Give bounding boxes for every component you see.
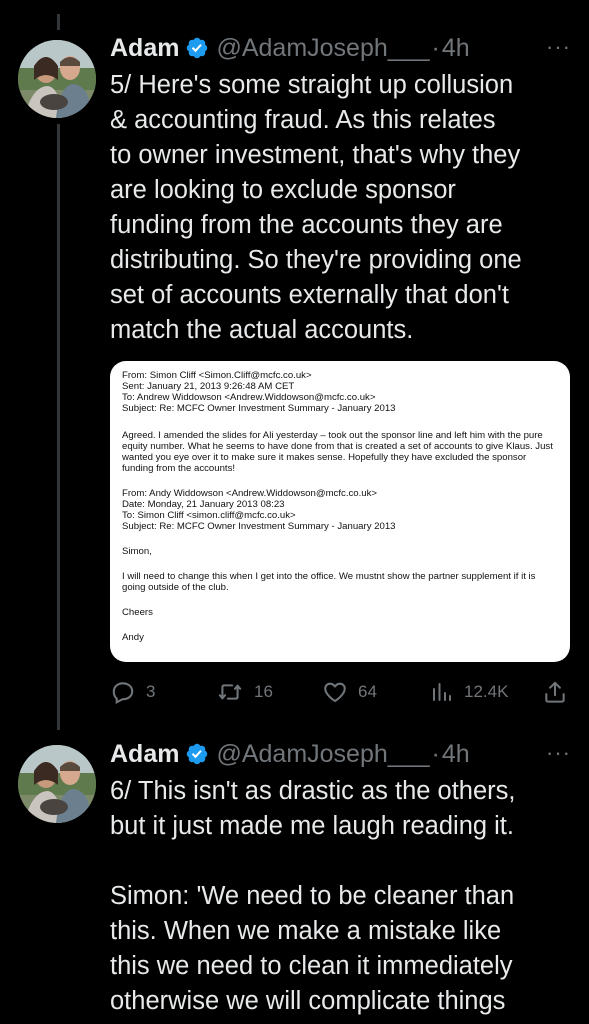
tweet-header: Adam @AdamJoseph___ · 4h: [110, 739, 470, 769]
email-body-line: wanted you eye over it to make sure it m…: [122, 452, 527, 463]
text-line: funding from the accounts they are: [110, 211, 503, 239]
email-date: Date: Monday, 21 January 2013 08:23: [122, 499, 285, 510]
share-icon: [545, 681, 565, 703]
thread-line-top: [57, 14, 60, 30]
views-button[interactable]: 12.4K: [430, 678, 508, 706]
more-options-icon[interactable]: ···: [546, 740, 571, 766]
verified-badge-icon: [187, 743, 208, 765]
share-button[interactable]: [542, 678, 568, 706]
text-line: 6/ This isn't as drastic as the others,: [110, 777, 516, 805]
email-signoff: Cheers: [122, 607, 153, 618]
email-body-line: Agreed. I amended the slides for Ali yes…: [122, 430, 543, 441]
text-line-blank: [110, 844, 580, 879]
email-body-line: equity number. What he seems to have don…: [122, 441, 553, 452]
separator-dot: ·: [431, 33, 440, 62]
text-line: but it just made me laugh reading it.: [110, 812, 514, 840]
author-handle[interactable]: @AdamJoseph___: [216, 740, 429, 769]
attached-image-email[interactable]: From: Simon Cliff <Simon.Cliff@mcfc.co.u…: [110, 361, 570, 662]
separator-dot: ·: [431, 739, 440, 768]
email-sent: Sent: January 21, 2013 9:26:48 AM CET: [122, 381, 295, 392]
like-count: 64: [358, 682, 377, 701]
retweet-button[interactable]: 16: [216, 678, 273, 706]
reply-count: 3: [146, 682, 156, 701]
text-line: set of accounts externally that don't: [110, 281, 509, 309]
reply-button[interactable]: 3: [110, 678, 155, 706]
thread-line-connector: [57, 124, 60, 730]
text-line: Simon: 'We need to be cleaner than: [110, 882, 515, 910]
text-line: to owner investment, that's why they: [110, 141, 521, 169]
email-body-line: funding from the accounts!: [122, 463, 236, 474]
reply-icon: [112, 682, 134, 704]
author-handle[interactable]: @AdamJoseph___: [216, 34, 429, 63]
tweet-actions: 3 16 64 12.4K: [110, 678, 580, 706]
email-from: From: Simon Cliff <Simon.Cliff@mcfc.co.u…: [122, 370, 312, 381]
text-line: this we need to clean it immediately: [110, 952, 513, 980]
timestamp[interactable]: 4h: [442, 34, 470, 63]
verified-badge-icon: [187, 37, 208, 59]
retweet-icon: [218, 684, 242, 700]
email-body-line: going outside of the club.: [122, 582, 229, 593]
email-subject: Subject: Re: MCFC Owner Investment Summa…: [122, 403, 396, 414]
text-line: are looking to exclude sponsor: [110, 176, 456, 204]
avatar[interactable]: [18, 40, 96, 118]
like-button[interactable]: 64: [322, 678, 377, 706]
analytics-icon: [433, 683, 451, 701]
views-count: 12.4K: [464, 682, 509, 701]
text-line: 5/ Here's some straight up collusion: [110, 71, 514, 99]
tweet-text: 5/ Here's some straight up collusion & a…: [110, 68, 580, 348]
timestamp[interactable]: 4h: [442, 740, 470, 769]
text-line: & accounting fraud. As this relates: [110, 106, 496, 134]
text-line: otherwise we will complicate things: [110, 987, 506, 1015]
tweet-text: 6/ This isn't as drastic as the others, …: [110, 774, 580, 1019]
email-subject: Subject: Re: MCFC Owner Investment Summa…: [122, 521, 396, 532]
text-line: distributing. So they're providing one: [110, 246, 522, 274]
tweet-header: Adam @AdamJoseph___ · 4h: [110, 33, 470, 63]
email-to: To: Andrew Widdowson <Andrew.Widdowson@m…: [122, 392, 376, 403]
avatar[interactable]: [18, 745, 96, 823]
email-greeting: Simon,: [122, 546, 152, 557]
retweet-count: 16: [254, 682, 273, 701]
more-options-icon[interactable]: ···: [546, 34, 571, 60]
text-line: match the actual accounts.: [110, 316, 414, 344]
email-signature: Andy: [122, 632, 144, 643]
heart-icon: [324, 682, 346, 703]
email-to: To: Simon Cliff <simon.cliff@mcfc.co.uk>: [122, 510, 296, 521]
author-name[interactable]: Adam: [110, 740, 179, 769]
email-from: From: Andy Widdowson <Andrew.Widdowson@m…: [122, 488, 378, 499]
email-body-line: I will need to change this when I get in…: [122, 571, 536, 582]
text-line: this. When we make a mistake like: [110, 917, 502, 945]
author-name[interactable]: Adam: [110, 34, 179, 63]
